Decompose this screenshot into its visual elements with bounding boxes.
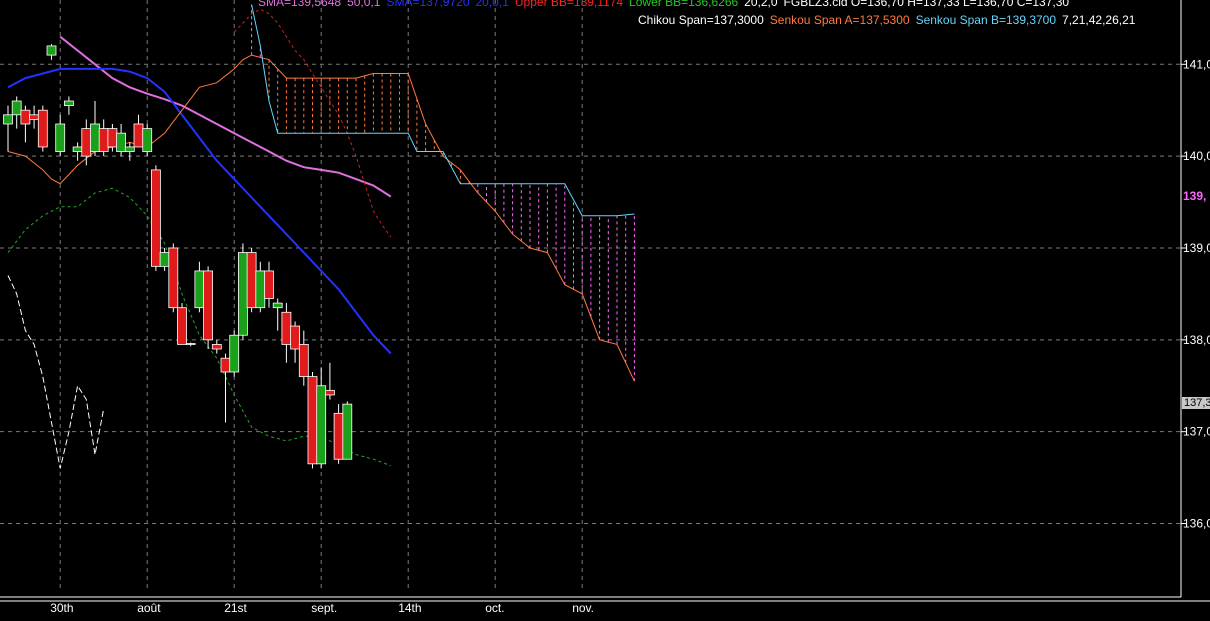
candle-body: [203, 270, 214, 341]
legend-entry: SMA=137,9720: [386, 0, 470, 9]
candle-body: [281, 311, 292, 345]
price-chart[interactable]: 136,0 137,0 138,0 139,0 140,0 141,0 30th août 21…: [0, 0, 1210, 621]
y-tick-label: 141,0: [1183, 57, 1210, 71]
candle-body: [324, 389, 335, 396]
x-tick-label: 21st: [224, 601, 247, 615]
legend-entry: FGBLZ3.cld O=136,70 H=137,33 L=136,70 C=…: [783, 0, 1070, 9]
series-line-3: [7, 187, 391, 467]
candle-body: [29, 114, 40, 120]
candle-body: [272, 302, 283, 309]
legend-entry: 50,0,1: [347, 0, 381, 9]
candle-body: [177, 307, 187, 345]
candle-body: [124, 146, 135, 152]
y-tick-label: 139,0: [1183, 241, 1210, 255]
candle-body: [55, 123, 66, 152]
candle-body: [237, 252, 248, 336]
candle-body: [342, 403, 353, 460]
candle-body: [72, 146, 83, 152]
candle-body: [150, 169, 161, 267]
candle-body: [3, 114, 13, 125]
candle-body: [229, 334, 240, 373]
series-line-4: [7, 275, 105, 469]
legend-entry: Chikou Span=137,3000: [638, 13, 764, 27]
indicator-legend-2: Chikou Span=137,3000 Senkou Span A=137,53…: [638, 13, 1141, 27]
legend-entry: Senkou Span A=137,5300: [769, 13, 910, 27]
candle-body: [168, 247, 179, 309]
legend-entry: 20,2,0: [744, 0, 778, 9]
legend-entry: SMA=139,5648: [258, 0, 342, 9]
candle-body: [290, 325, 301, 350]
candle-body: [81, 128, 92, 157]
y-tick-label: 136,0: [1183, 517, 1210, 531]
legend-entry: 7,21,42,26,21: [1062, 13, 1136, 27]
candle-body: [107, 128, 118, 148]
candle-body: [255, 270, 266, 309]
candle-body: [90, 123, 100, 152]
x-tick-label: sept.: [311, 601, 337, 615]
legend-entry: 20,0,1: [475, 0, 509, 9]
candle-body: [316, 385, 327, 465]
legend-entry: Lower BB=136,6266: [629, 0, 739, 9]
legend-entry: Senkou Span B=139,3700: [915, 13, 1057, 27]
legend-entry: Upper BB=139,1174: [514, 0, 624, 9]
close-price-tag: 137,3: [1182, 397, 1210, 410]
candle-body: [185, 343, 196, 345]
candle-body: [46, 45, 57, 56]
candle-body: [220, 357, 231, 373]
candle-body: [133, 123, 144, 148]
ichimoku-cloud: [251, 4, 635, 382]
candle-body: [159, 252, 170, 267]
x-tick-label: 30th: [50, 601, 73, 615]
y-tick-label: 140,0: [1183, 149, 1210, 163]
candle-body: [11, 100, 22, 116]
y-tick-label: 138,0: [1183, 333, 1210, 347]
candle-body: [194, 270, 205, 309]
sma50-price-tag: 139,: [1183, 188, 1207, 203]
x-tick-label: oct.: [485, 601, 504, 615]
candle-body: [142, 128, 153, 152]
y-tick-label: 137,0: [1183, 425, 1210, 439]
series-line-0: [59, 35, 392, 198]
series-line-6: [251, 4, 635, 217]
candle-body: [37, 109, 48, 148]
candle-body: [64, 100, 74, 107]
candle-body: [246, 252, 257, 309]
x-tick-label: août: [137, 601, 161, 615]
candle-body: [298, 344, 309, 377]
candle-body: [211, 344, 222, 350]
candle-body: [98, 128, 109, 152]
candle-body: [264, 270, 274, 299]
x-tick-label: 14th: [398, 601, 421, 615]
candle-body: [116, 132, 126, 152]
candle-body: [20, 109, 31, 125]
indicator-legend-1: SMA=139,5648 50,0,1 SMA=137,9720 20,0,1 Uppe…: [258, 0, 1075, 9]
candle-body: [307, 376, 318, 465]
x-tick-label: nov.: [572, 601, 594, 615]
candle-body: [333, 412, 344, 460]
